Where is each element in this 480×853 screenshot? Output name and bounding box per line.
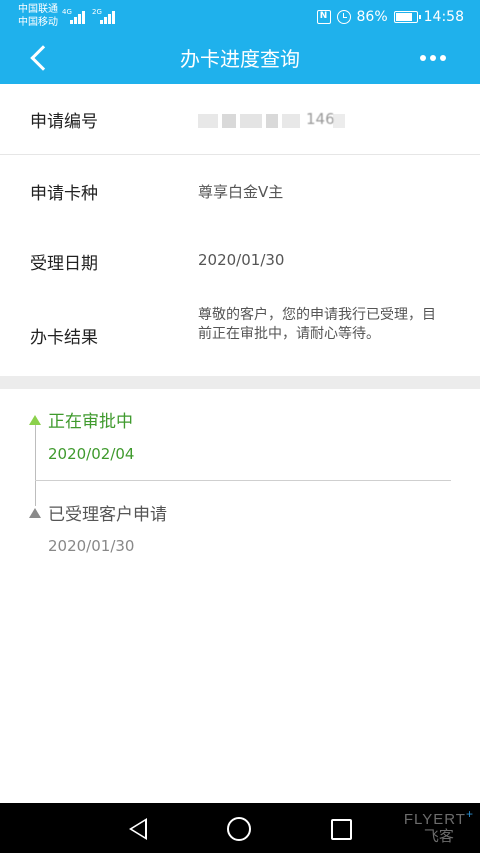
card-type-label: 申请卡种 bbox=[30, 184, 98, 204]
section-separator bbox=[0, 376, 480, 389]
timeline-divider bbox=[35, 480, 451, 481]
alarm-icon bbox=[336, 10, 351, 24]
application-number-masked: 146 bbox=[198, 110, 348, 128]
recent-square-icon[interactable] bbox=[331, 819, 352, 840]
card-result-label: 办卡结果 bbox=[30, 328, 98, 348]
accept-date-value: 2020/01/30 bbox=[198, 251, 285, 269]
nfc-icon: N bbox=[316, 10, 331, 24]
watermark-text-en: FLYERT bbox=[403, 811, 466, 828]
header-bar: 办卡进度查询 bbox=[0, 34, 480, 84]
application-number-label: 申请编号 bbox=[30, 112, 98, 132]
clock: 14:58 bbox=[423, 9, 464, 25]
status-bar: 中国联通 中国移动 4G 2G N 86% 14:58 bbox=[0, 0, 480, 34]
battery-icon bbox=[393, 11, 421, 23]
carrier-2: 中国移动 bbox=[18, 17, 58, 28]
accept-date-label: 受理日期 bbox=[30, 254, 98, 274]
status-marker-current-icon bbox=[29, 415, 41, 425]
card-result-value: 尊敬的客户，您的申请我行已受理，目前正在审批中，请耐心等待。 bbox=[198, 307, 436, 342]
home-circle-icon[interactable] bbox=[227, 817, 251, 841]
timeline-item-date: 2020/01/30 bbox=[48, 537, 135, 555]
timeline-item-title: 已受理客户申请 bbox=[48, 505, 167, 525]
more-horizontal-icon[interactable] bbox=[420, 55, 446, 61]
back-triangle-icon[interactable] bbox=[126, 816, 152, 842]
application-number-row: 申请编号 146 bbox=[0, 84, 480, 154]
watermark-logo: FLYERT+ 飞客 bbox=[404, 807, 474, 844]
carrier-1: 中国联通 bbox=[18, 4, 58, 15]
timeline-line bbox=[35, 423, 36, 506]
application-number-value: 146 bbox=[306, 110, 335, 128]
watermark-plus: + bbox=[465, 807, 474, 821]
accept-date-row: 受理日期 2020/01/30 bbox=[0, 225, 480, 295]
carrier-info: 中国联通 中国移动 bbox=[18, 3, 58, 29]
timeline-item-title: 正在审批中 bbox=[48, 412, 133, 432]
timeline-item-date: 2020/02/04 bbox=[48, 445, 135, 463]
system-nav-bar: FLYERT+ 飞客 bbox=[0, 803, 480, 853]
status-marker-past-icon bbox=[29, 508, 41, 518]
card-type-row: 申请卡种 尊享白金V主 bbox=[0, 155, 480, 225]
watermark-text-cn: 飞客 bbox=[423, 827, 454, 845]
battery-percent: 86% bbox=[356, 9, 388, 25]
card-type-value: 尊享白金V主 bbox=[198, 183, 284, 201]
page-title: 办卡进度查询 bbox=[180, 47, 300, 71]
